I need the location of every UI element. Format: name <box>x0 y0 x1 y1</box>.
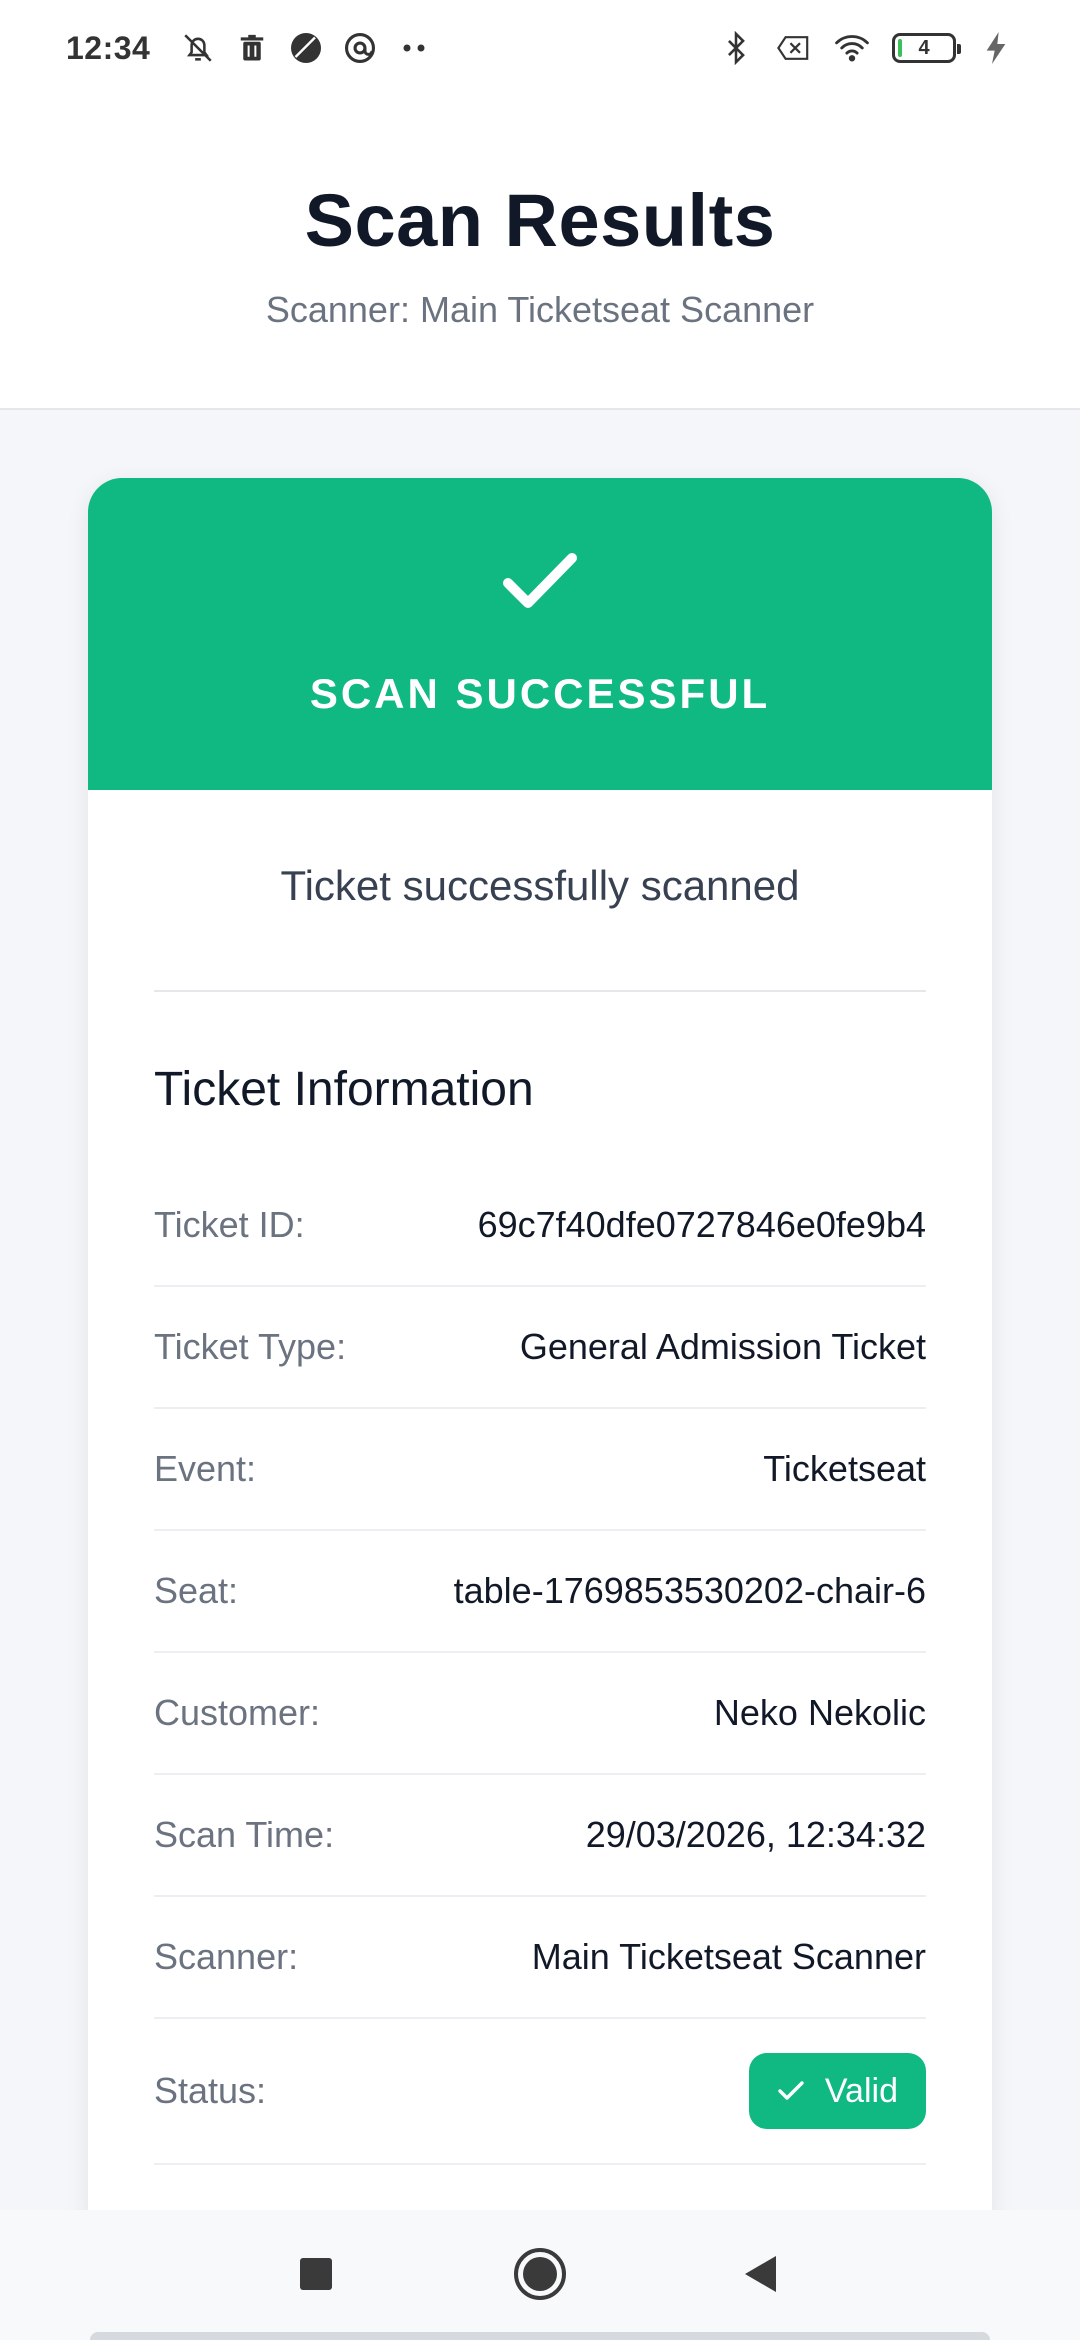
battery-icon: 4 <box>892 33 961 63</box>
trash-icon <box>234 30 270 66</box>
system-nav-bar <box>0 2210 1080 2340</box>
screen: 12:34 4 Scan Results Scanner: Main Ticke… <box>0 0 1080 2340</box>
info-row-ticket-type: Ticket Type: General Admission Ticket <box>154 1287 926 1409</box>
info-value: 69c7f40dfe0727846e0fe9b4 <box>477 1204 926 1245</box>
info-label: Seat: <box>154 1570 239 1611</box>
result-message: Ticket successfully scanned <box>280 862 800 909</box>
info-row-event: Event: Ticketseat <box>154 1409 926 1531</box>
section-title: Ticket Information <box>154 1063 534 1116</box>
clock: 12:34 <box>66 29 151 66</box>
info-value: Ticketseat <box>763 1448 926 1489</box>
info-label: Scan Time: <box>154 1814 335 1855</box>
info-row-seat: Seat: table-1769853530202-chair-6 <box>154 1531 926 1653</box>
recents-square-icon[interactable] <box>286 2244 346 2304</box>
badge-check-icon <box>777 2072 805 2111</box>
notification-icons <box>180 30 432 66</box>
info-row-scanner: Scanner: Main Ticketseat Scanner <box>154 1897 926 2019</box>
banner-label: SCAN SUCCESSFUL <box>309 670 771 717</box>
info-row-customer: Customer: Neko Nekolic <box>154 1653 926 1775</box>
scanner-subtitle: Scanner: Main Ticketseat Scanner <box>265 289 815 330</box>
bluetooth-icon <box>718 30 754 66</box>
success-banner: SCAN SUCCESSFUL <box>88 478 992 790</box>
scan-result-card: SCAN SUCCESSFUL Ticket successfully scan… <box>88 478 992 2240</box>
page-title: Scan Results <box>304 179 776 262</box>
at-sign-icon <box>342 30 378 66</box>
info-label: Event: <box>154 1448 257 1489</box>
info-label: Status: <box>154 2070 267 2111</box>
info-label: Scanner: <box>154 1936 299 1977</box>
moon-icon <box>288 30 324 66</box>
charging-bolt-icon <box>978 30 1014 66</box>
battery-fill <box>898 39 902 57</box>
divider <box>154 990 926 992</box>
ticket-info-list: Ticket ID: 69c7f40dfe0727846e0fe9b4 Tick… <box>154 1165 926 2165</box>
info-label: Ticket ID: <box>154 1204 305 1245</box>
status-bar: 12:34 4 <box>0 0 1080 96</box>
back-triangle-icon[interactable] <box>730 2244 790 2304</box>
checkmark-icon <box>88 478 992 638</box>
info-label: Customer: <box>154 1692 321 1733</box>
info-row-status: Status: Valid <box>154 2019 926 2165</box>
info-value: Neko Nekolic <box>713 1692 926 1733</box>
system-icons: 4 <box>718 30 1014 66</box>
more-dots-icon <box>396 30 432 66</box>
status-badge-label: Valid <box>824 2071 898 2110</box>
info-value: Main Ticketseat Scanner <box>531 1936 926 1977</box>
info-row-ticket-id: Ticket ID: 69c7f40dfe0727846e0fe9b4 <box>154 1165 926 1287</box>
info-value: General Admission Ticket <box>519 1326 926 1367</box>
info-value: table-1769853530202-chair-6 <box>453 1570 926 1611</box>
battery-level: 4 <box>918 36 930 59</box>
wifi-icon <box>834 30 870 66</box>
bell-muted-icon <box>180 30 216 66</box>
info-row-scan-time: Scan Time: 29/03/2026, 12:34:32 <box>154 1775 926 1897</box>
no-sim-icon <box>776 30 812 66</box>
gesture-handle <box>90 2332 990 2340</box>
info-label: Ticket Type: <box>154 1326 347 1367</box>
status-badge: Valid <box>748 2053 926 2129</box>
page-header: Scan Results Scanner: Main Ticketseat Sc… <box>0 96 1080 410</box>
home-circle-icon[interactable] <box>510 2244 570 2304</box>
info-value: 29/03/2026, 12:34:32 <box>585 1814 926 1855</box>
